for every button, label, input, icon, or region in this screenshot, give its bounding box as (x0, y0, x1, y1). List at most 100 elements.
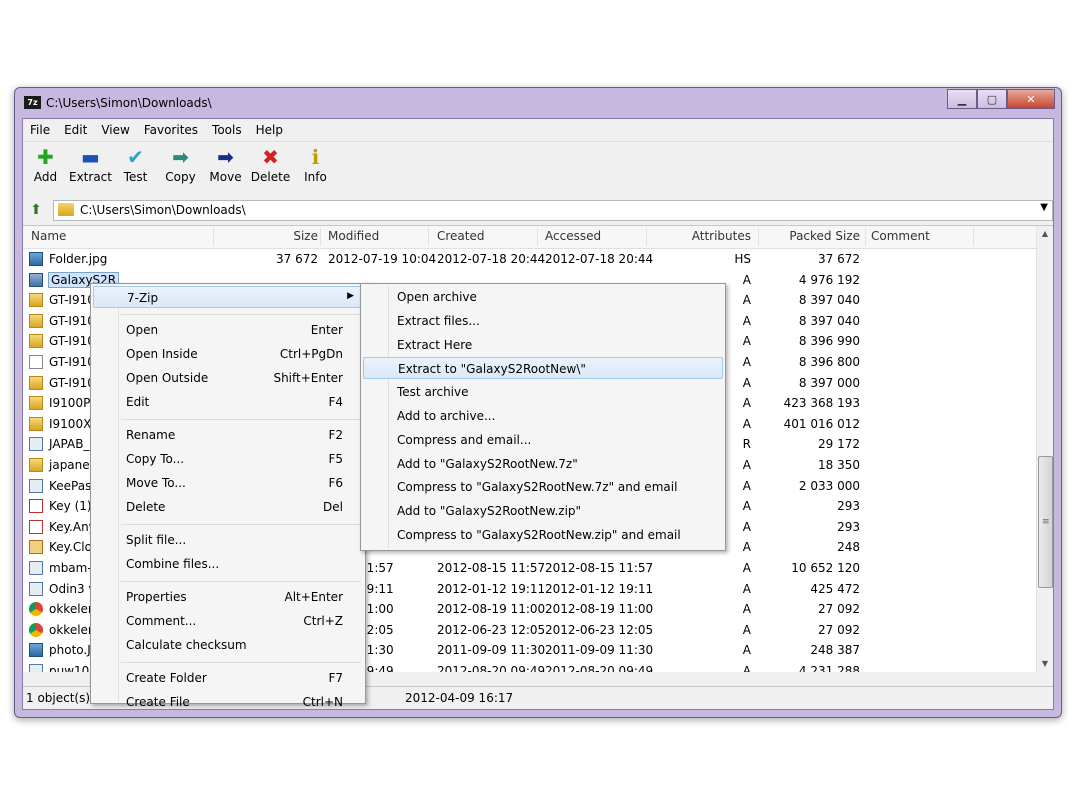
title-bar[interactable]: 7z C:\Users\Simon\Downloads\ ▁ ▢ ✕ (15, 88, 1061, 118)
cell-packed: 423 368 193 (783, 396, 860, 411)
menu-item-7-zip[interactable]: 7-Zip ▶ (93, 286, 363, 308)
column-header-attributes[interactable]: Attributes (692, 229, 751, 243)
menu-item-properties[interactable]: Properties Alt+Enter (93, 586, 363, 608)
cell-packed: 293 (837, 519, 860, 534)
folder-file-icon (29, 375, 43, 390)
menu-item-split-file[interactable]: Split file... (93, 529, 363, 551)
scroll-down-icon[interactable]: ▼ (1037, 656, 1053, 672)
menu-item-edit[interactable]: Edit F4 (93, 391, 363, 413)
cell-created: 2012-08-15 11:57 (437, 560, 546, 575)
app-file-icon (29, 663, 43, 672)
column-header-accessed[interactable]: Accessed (545, 229, 601, 243)
menu-separator (121, 581, 361, 582)
submenu-item-10[interactable]: Compress to "GalaxyS2RootNew.zip" and em… (363, 524, 723, 546)
move-button[interactable]: ➡ Move (203, 142, 248, 194)
test-button[interactable]: ✔ Test (113, 142, 158, 194)
cell-attr: A (742, 499, 751, 514)
column-divider[interactable] (213, 228, 214, 246)
submenu-item-3[interactable]: Extract to "GalaxyS2RootNew\" (363, 357, 723, 380)
submenu-item-6[interactable]: Compress and email... (363, 429, 723, 451)
maximize-button[interactable]: ▢ (977, 89, 1007, 109)
close-button[interactable]: ✕ (1007, 89, 1055, 109)
menu-view[interactable]: View (94, 123, 136, 137)
menu-item-open-outside[interactable]: Open Outside Shift+Enter (93, 367, 363, 389)
submenu-item-1[interactable]: Extract files... (363, 310, 723, 332)
scroll-thumb[interactable]: ≡ (1038, 456, 1053, 588)
copy-button[interactable]: ➡ Copy (158, 142, 203, 194)
menu-file[interactable]: File (23, 123, 57, 137)
submenu-item-0[interactable]: Open archive (363, 286, 723, 308)
scroll-up-icon[interactable]: ▲ (1037, 226, 1053, 242)
menu-item-calculate-checksum[interactable]: Calculate checksum (93, 634, 363, 656)
menu-item-comment[interactable]: Comment... Ctrl+Z (93, 610, 363, 632)
submenu-item-7[interactable]: Add to "GalaxyS2RootNew.7z" (363, 453, 723, 475)
menu-item-open[interactable]: Open Enter (93, 319, 363, 341)
menu-item-combine-files[interactable]: Combine files... (93, 553, 363, 575)
column-header-modified[interactable]: Modified (328, 229, 379, 243)
submenu-item-8[interactable]: Compress to "GalaxyS2RootNew.7z" and ema… (363, 476, 723, 498)
app-file-icon (29, 581, 43, 596)
cell-packed: 27 092 (818, 622, 860, 637)
menu-item-rename[interactable]: Rename F2 (93, 424, 363, 446)
cell-packed: 4 976 192 (798, 272, 860, 287)
column-divider[interactable] (973, 228, 974, 246)
add-button[interactable]: ✚ Add (23, 142, 68, 194)
folder-file-icon (29, 313, 43, 328)
info-button[interactable]: ℹ Info (293, 142, 338, 194)
cell-attr: A (742, 293, 751, 308)
minimize-button[interactable]: ▁ (947, 89, 977, 109)
plus-icon: ✚ (37, 145, 54, 169)
menu-help[interactable]: Help (249, 123, 290, 137)
menu-edit[interactable]: Edit (57, 123, 94, 137)
tool-label: Add (33, 170, 58, 184)
menu-tools[interactable]: Tools (205, 123, 249, 137)
menu-item-move-to[interactable]: Move To... F6 (93, 472, 363, 494)
menu-item-copy-to[interactable]: Copy To... F5 (93, 448, 363, 470)
folder-up-icon[interactable]: ⬆ (27, 201, 45, 219)
folder-icon (58, 203, 74, 216)
submenu-item-4[interactable]: Test archive (363, 381, 723, 403)
address-field[interactable]: C:\Users\Simon\Downloads\ ▼ (53, 200, 1053, 221)
cell-attr: R (742, 437, 751, 452)
menu-item-create-file[interactable]: Create File Ctrl+N (93, 691, 363, 713)
menu-item-delete[interactable]: Delete Del (93, 496, 363, 518)
vertical-scrollbar[interactable]: ▲ ≡ ▼ (1036, 226, 1053, 672)
delete-button[interactable]: ✖ Delete (248, 142, 293, 194)
menu-favorites[interactable]: Favorites (137, 123, 205, 137)
menu-item-label: 7-Zip (127, 291, 159, 305)
cell-packed: 8 397 040 (798, 313, 860, 328)
menu-item-label: Properties (126, 590, 187, 604)
cell-created: 2012-01-12 19:11 (437, 581, 546, 596)
menu-item-shortcut: Enter (310, 323, 343, 337)
menu-item-label: Rename (126, 428, 176, 442)
status-modified: 2012-04-09 16:17 (405, 691, 514, 705)
cell-attr: A (742, 540, 751, 555)
menu-item-shortcut: F2 (328, 428, 343, 442)
cell-packed: 248 387 (810, 643, 860, 658)
submenu-item-2[interactable]: Extract Here (363, 334, 723, 356)
submenu-item-9[interactable]: Add to "GalaxyS2RootNew.zip" (363, 500, 723, 522)
column-divider[interactable] (758, 228, 759, 246)
column-header-name[interactable]: Name (31, 229, 66, 243)
menu-item-open-inside[interactable]: Open Inside Ctrl+PgDn (93, 343, 363, 365)
chevron-down-icon[interactable]: ▼ (1040, 202, 1048, 213)
column-header-packed-size[interactable]: Packed Size (789, 229, 860, 243)
column-divider[interactable] (537, 228, 538, 246)
column-header-comment[interactable]: Comment (871, 229, 930, 243)
cell-attr: A (742, 581, 751, 596)
column-divider[interactable] (865, 228, 866, 246)
table-row[interactable]: Folder.jpg 37 672 2012-07-19 10:04 2012-07-… (23, 249, 1037, 270)
cell-created: 2012-08-19 11:00 (437, 602, 546, 617)
column-divider[interactable] (646, 228, 647, 246)
column-header-size[interactable]: Size (293, 229, 318, 243)
extract-button[interactable]: ▬ Extract (68, 142, 113, 194)
cell-packed: 2 033 000 (798, 478, 860, 493)
column-divider[interactable] (428, 228, 429, 246)
cell-attr: A (742, 416, 751, 431)
cell-attr: A (742, 396, 751, 411)
submenu-item-5[interactable]: Add to archive... (363, 405, 723, 427)
column-header-created[interactable]: Created (437, 229, 485, 243)
cell-attr: A (742, 663, 751, 672)
menu-item-create-folder[interactable]: Create Folder F7 (93, 667, 363, 689)
column-divider[interactable] (320, 228, 321, 246)
